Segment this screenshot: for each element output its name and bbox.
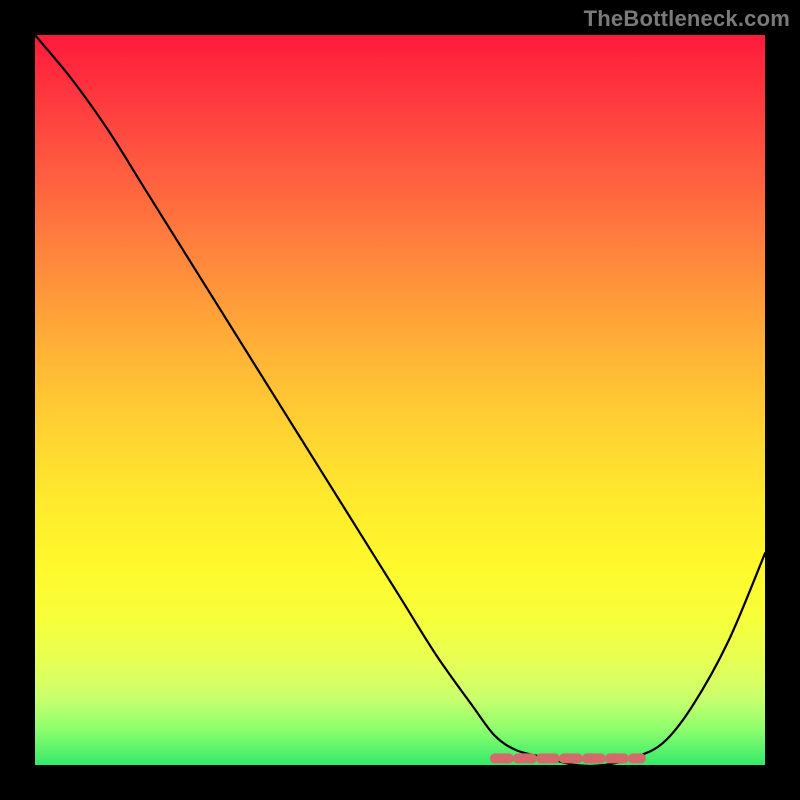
plot-area [35, 35, 765, 765]
bottleneck-curve [35, 35, 765, 765]
curve-layer [35, 35, 765, 765]
chart-frame: TheBottleneck.com [0, 0, 800, 800]
watermark-text: TheBottleneck.com [584, 6, 790, 32]
curve-path [35, 35, 765, 765]
